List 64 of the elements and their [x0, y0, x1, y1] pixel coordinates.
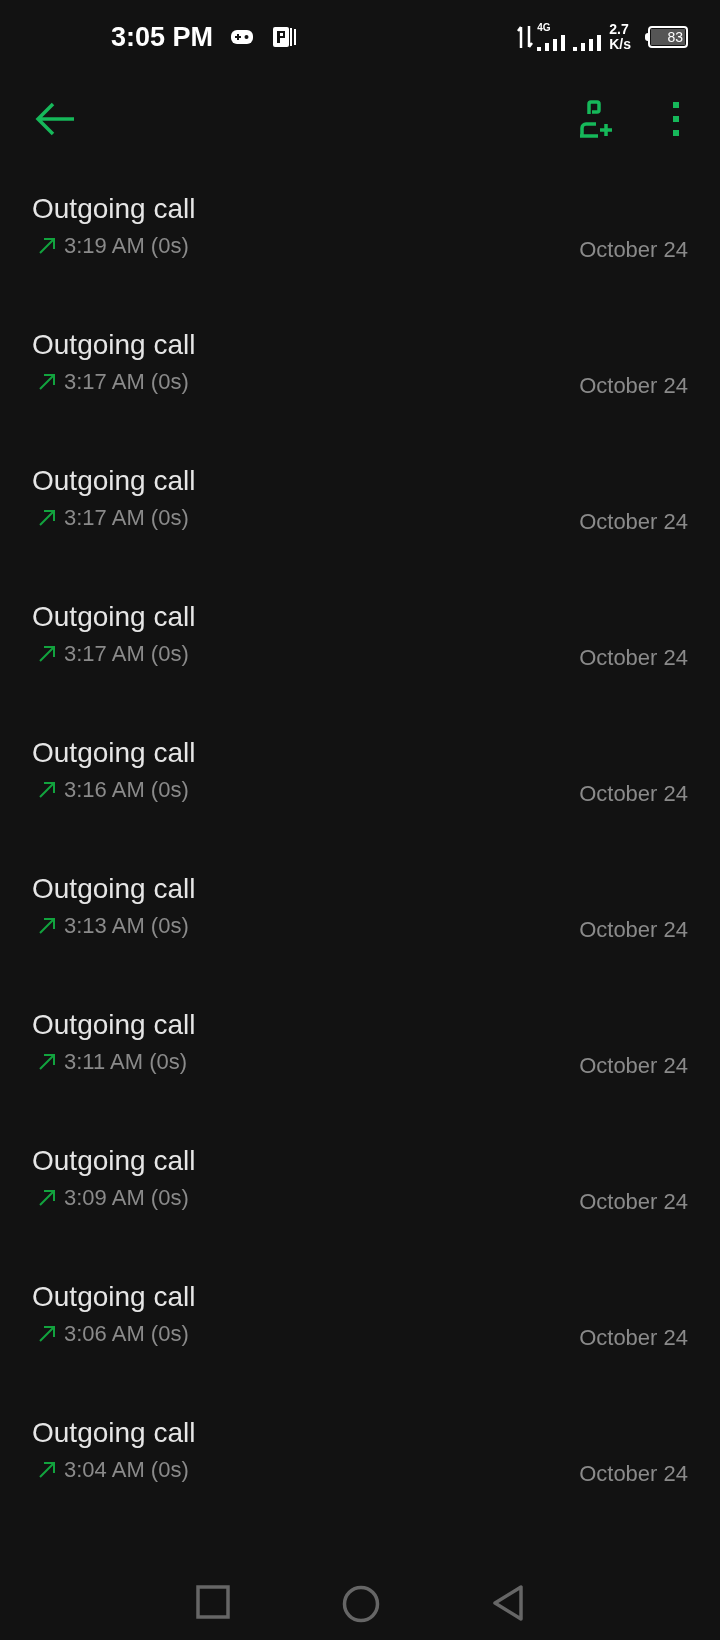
call-type: Outgoing call: [32, 1144, 196, 1179]
call-type: Outgoing call: [32, 600, 196, 635]
call-type: Outgoing call: [32, 328, 196, 363]
call-type: Outgoing call: [32, 192, 196, 227]
call-log-entry[interactable]: Outgoing call 3:04 AM (0s) October 24: [0, 1415, 720, 1552]
call-time: 3:17 AM (0s): [64, 368, 189, 397]
outgoing-arrow-icon: [38, 780, 56, 799]
call-type: Outgoing call: [32, 464, 196, 499]
call-time: 3:06 AM (0s): [64, 1320, 189, 1349]
home-icon[interactable]: [342, 1585, 380, 1624]
call-date: October 24: [579, 1188, 688, 1217]
call-log-entry[interactable]: Outgoing call 3:19 AM (0s) October 24: [0, 191, 720, 328]
battery-level: 83: [651, 29, 685, 46]
speed-value: 2.7: [609, 22, 630, 38]
data-transfer-icon: [517, 24, 534, 51]
speed-unit: K/s: [609, 37, 631, 53]
call-time: 3:13 AM (0s): [64, 912, 189, 941]
call-date: October 24: [579, 916, 688, 945]
call-log-entry[interactable]: Outgoing call 3:17 AM (0s) October 24: [0, 599, 720, 736]
call-type: Outgoing call: [32, 872, 196, 907]
outgoing-arrow-icon: [38, 644, 56, 663]
status-time: 3:05 PM: [111, 20, 214, 54]
call-log-entry[interactable]: Outgoing call 3:17 AM (0s) October 24: [0, 463, 720, 600]
outgoing-arrow-icon: [38, 508, 56, 527]
outgoing-arrow-icon: [38, 1460, 56, 1479]
call-log-entry[interactable]: Outgoing call 3:06 AM (0s) October 24: [0, 1279, 720, 1416]
outgoing-arrow-icon: [38, 1324, 56, 1343]
add-contact-icon: [578, 99, 614, 138]
call-time: 3:19 AM (0s): [64, 232, 189, 261]
call-date: October 24: [579, 372, 688, 401]
call-time: 3:04 AM (0s): [64, 1456, 189, 1485]
call-type: Outgoing call: [32, 1280, 196, 1315]
call-date: October 24: [579, 236, 688, 265]
call-type: Outgoing call: [32, 1416, 196, 1451]
call-time: 3:17 AM (0s): [64, 504, 189, 533]
call-date: October 24: [579, 644, 688, 673]
call-date: October 24: [579, 1460, 688, 1489]
call-date: October 24: [579, 780, 688, 809]
back-icon[interactable]: [492, 1585, 524, 1622]
call-log-entry[interactable]: Outgoing call 3:17 AM (0s) October 24: [0, 327, 720, 464]
call-time: 3:17 AM (0s): [64, 640, 189, 669]
outgoing-arrow-icon: [38, 1188, 56, 1207]
outgoing-arrow-icon: [38, 1052, 56, 1071]
gamepad-icon: [231, 30, 254, 45]
call-type: Outgoing call: [32, 736, 196, 771]
call-date: October 24: [579, 1052, 688, 1081]
call-time: 3:16 AM (0s): [64, 776, 189, 805]
network-type: 4G: [537, 23, 551, 34]
outgoing-arrow-icon: [38, 916, 56, 935]
call-date: October 24: [579, 1324, 688, 1353]
call-date: October 24: [579, 508, 688, 537]
call-log-entry[interactable]: Outgoing call 3:09 AM (0s) October 24: [0, 1143, 720, 1280]
call-time: 3:11 AM (0s): [64, 1048, 188, 1077]
back-arrow-icon: [34, 101, 76, 136]
call-log-entry[interactable]: Outgoing call 3:13 AM (0s) October 24: [0, 871, 720, 1008]
app-icon: [273, 25, 298, 50]
call-type: Outgoing call: [32, 1008, 196, 1043]
more-icon: [673, 101, 679, 136]
call-log-entry[interactable]: Outgoing call 3:16 AM (0s) October 24: [0, 735, 720, 872]
recent-apps-icon[interactable]: [196, 1585, 230, 1620]
outgoing-arrow-icon: [38, 236, 56, 255]
call-log-entry[interactable]: Outgoing call 3:11 AM (0s) October 24: [0, 1007, 720, 1144]
call-time: 3:09 AM (0s): [64, 1184, 189, 1213]
outgoing-arrow-icon: [38, 372, 56, 391]
